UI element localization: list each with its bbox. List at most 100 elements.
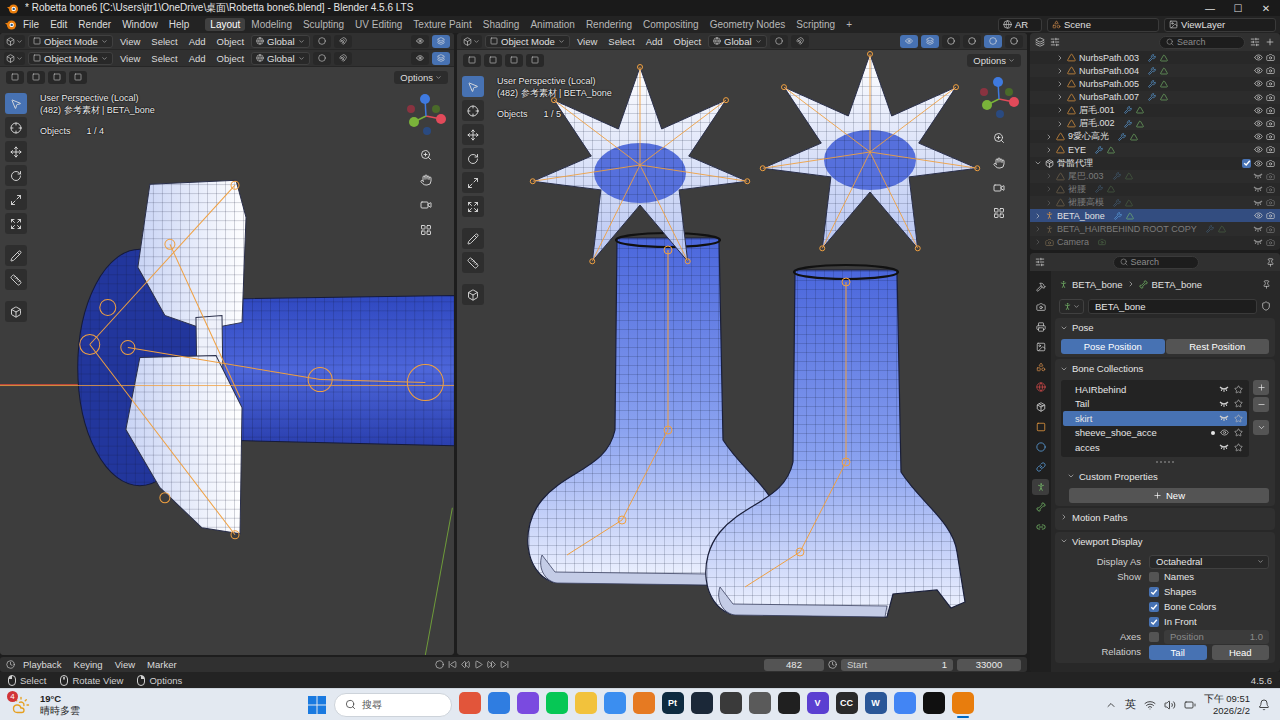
menu-item[interactable]: Help — [164, 18, 195, 31]
tool-button[interactable] — [5, 245, 27, 266]
header-menu[interactable]: View — [116, 53, 144, 64]
tool-button[interactable] — [5, 117, 27, 138]
new-collection-icon[interactable] — [1265, 37, 1275, 47]
show-checkbox[interactable]: Bone Colors — [1149, 600, 1269, 614]
editor-type-button[interactable] — [4, 35, 25, 48]
menu-item[interactable]: Render — [73, 18, 116, 31]
orientation-dropdown[interactable]: Global — [708, 35, 766, 48]
eye-icon[interactable] — [1254, 132, 1263, 141]
viewport-canvas[interactable]: OptionsUser Perspective (Local)(482) 参考素… — [457, 50, 1027, 655]
taskbar-app[interactable] — [604, 692, 626, 718]
taskbar-app[interactable]: Pt — [662, 692, 684, 718]
render-icon[interactable] — [1266, 211, 1275, 220]
header-menu[interactable]: Object — [213, 53, 248, 64]
property-tab[interactable] — [1032, 519, 1049, 535]
next-keyframe-icon[interactable] — [487, 660, 496, 669]
taskbar-app[interactable] — [546, 692, 568, 718]
panel-header[interactable]: Motion Paths — [1055, 508, 1275, 527]
battery-icon[interactable] — [1184, 699, 1196, 711]
property-tab[interactable] — [1032, 319, 1049, 335]
header-menu[interactable]: Add — [185, 53, 210, 64]
start-frame-field[interactable]: Start1 — [841, 659, 953, 671]
expand-icon[interactable] — [1056, 67, 1064, 75]
prev-keyframe-icon[interactable] — [461, 660, 470, 669]
window-control[interactable]: ✕ — [1252, 3, 1280, 14]
pan-button[interactable] — [417, 171, 435, 189]
shading-button[interactable] — [942, 35, 960, 48]
header-menu[interactable]: View — [573, 36, 601, 47]
taskbar-app[interactable] — [923, 692, 945, 718]
property-tab[interactable] — [1032, 339, 1049, 355]
workspace-tab[interactable]: Compositing — [638, 18, 704, 31]
bone-collection-row[interactable]: skirt — [1063, 411, 1247, 426]
expand-icon[interactable] — [1056, 80, 1064, 88]
orientation-dropdown[interactable]: Global — [251, 52, 309, 65]
shading-button[interactable] — [984, 35, 1002, 48]
options-button[interactable]: Options — [967, 54, 1021, 67]
list-resize-grip[interactable] — [1055, 459, 1275, 465]
expand-icon[interactable] — [1045, 185, 1053, 193]
closed-eye-icon[interactable] — [1253, 185, 1263, 193]
property-tab[interactable] — [1032, 379, 1049, 395]
property-tab[interactable] — [1032, 459, 1049, 475]
select-mode-button[interactable] — [484, 54, 502, 67]
outliner-row[interactable]: 9愛心高光 — [1030, 130, 1280, 143]
overlay-toggle[interactable] — [432, 52, 450, 65]
orientation-dropdown[interactable]: Global — [251, 35, 309, 48]
render-icon[interactable] — [1266, 172, 1275, 181]
header-menu[interactable]: Add — [185, 36, 210, 47]
eye-icon[interactable] — [1254, 66, 1263, 75]
shading-button[interactable] — [963, 35, 981, 48]
viewport-scene[interactable] — [457, 50, 1027, 655]
property-tab[interactable] — [1032, 439, 1049, 455]
zoom-button[interactable] — [417, 146, 435, 164]
tool-button[interactable] — [462, 172, 484, 193]
zoom-button[interactable] — [990, 129, 1008, 147]
outliner-search[interactable]: Search — [1159, 36, 1245, 49]
outliner-row[interactable]: EYE — [1030, 143, 1280, 156]
record-icon[interactable] — [435, 660, 444, 669]
outliner-row[interactable]: 眉毛.002 — [1030, 117, 1280, 130]
menu-item[interactable]: Window — [117, 18, 163, 31]
window-control[interactable]: — — [1196, 3, 1224, 14]
tool-button[interactable] — [462, 284, 484, 305]
solo-star-icon[interactable] — [1234, 414, 1243, 423]
scene-field[interactable]: Scene — [1047, 18, 1159, 32]
taskbar-app[interactable] — [749, 692, 771, 718]
taskbar-app[interactable] — [575, 692, 597, 718]
windows-start-icon[interactable] — [307, 695, 327, 715]
volume-icon[interactable] — [1164, 699, 1176, 711]
header-menu[interactable]: Select — [147, 36, 181, 47]
select-mode-button[interactable] — [505, 54, 523, 67]
header-menu[interactable]: Object — [670, 36, 705, 47]
expand-icon[interactable] — [1034, 238, 1042, 246]
tool-button[interactable] — [462, 148, 484, 169]
render-icon[interactable] — [1266, 225, 1275, 234]
workspace-tab[interactable]: Modeling — [246, 18, 297, 31]
property-tab[interactable] — [1032, 499, 1049, 515]
eye-icon[interactable] — [1254, 53, 1263, 62]
relations-button[interactable]: Head — [1212, 645, 1270, 660]
taskbar-app[interactable] — [517, 692, 539, 718]
editor-type-button[interactable] — [461, 35, 482, 48]
render-icon[interactable] — [1266, 238, 1275, 247]
taskbar-app[interactable]: W — [865, 692, 887, 718]
taskbar-app[interactable] — [778, 692, 800, 718]
eye-icon[interactable] — [1254, 211, 1263, 220]
outliner-row[interactable]: NurbsPath.005 — [1030, 77, 1280, 90]
property-tab[interactable] — [1032, 419, 1049, 435]
camera-view-button[interactable] — [990, 179, 1008, 197]
options-button[interactable]: Options — [394, 71, 448, 84]
pan-button[interactable] — [990, 154, 1008, 172]
bone-collection-row[interactable]: acces — [1063, 440, 1247, 455]
menu-item[interactable]: File — [18, 18, 44, 31]
eye-icon[interactable] — [1254, 119, 1263, 128]
workspace-tab[interactable]: Shading — [478, 18, 525, 31]
render-icon[interactable] — [1266, 198, 1275, 207]
render-icon[interactable] — [1266, 145, 1275, 154]
expand-icon[interactable] — [1034, 225, 1042, 233]
editor-type-button[interactable] — [4, 52, 25, 65]
pin-icon[interactable] — [1262, 280, 1271, 289]
pose-position-button[interactable]: Rest Position — [1166, 339, 1270, 354]
data-browse-button[interactable] — [1059, 299, 1084, 314]
